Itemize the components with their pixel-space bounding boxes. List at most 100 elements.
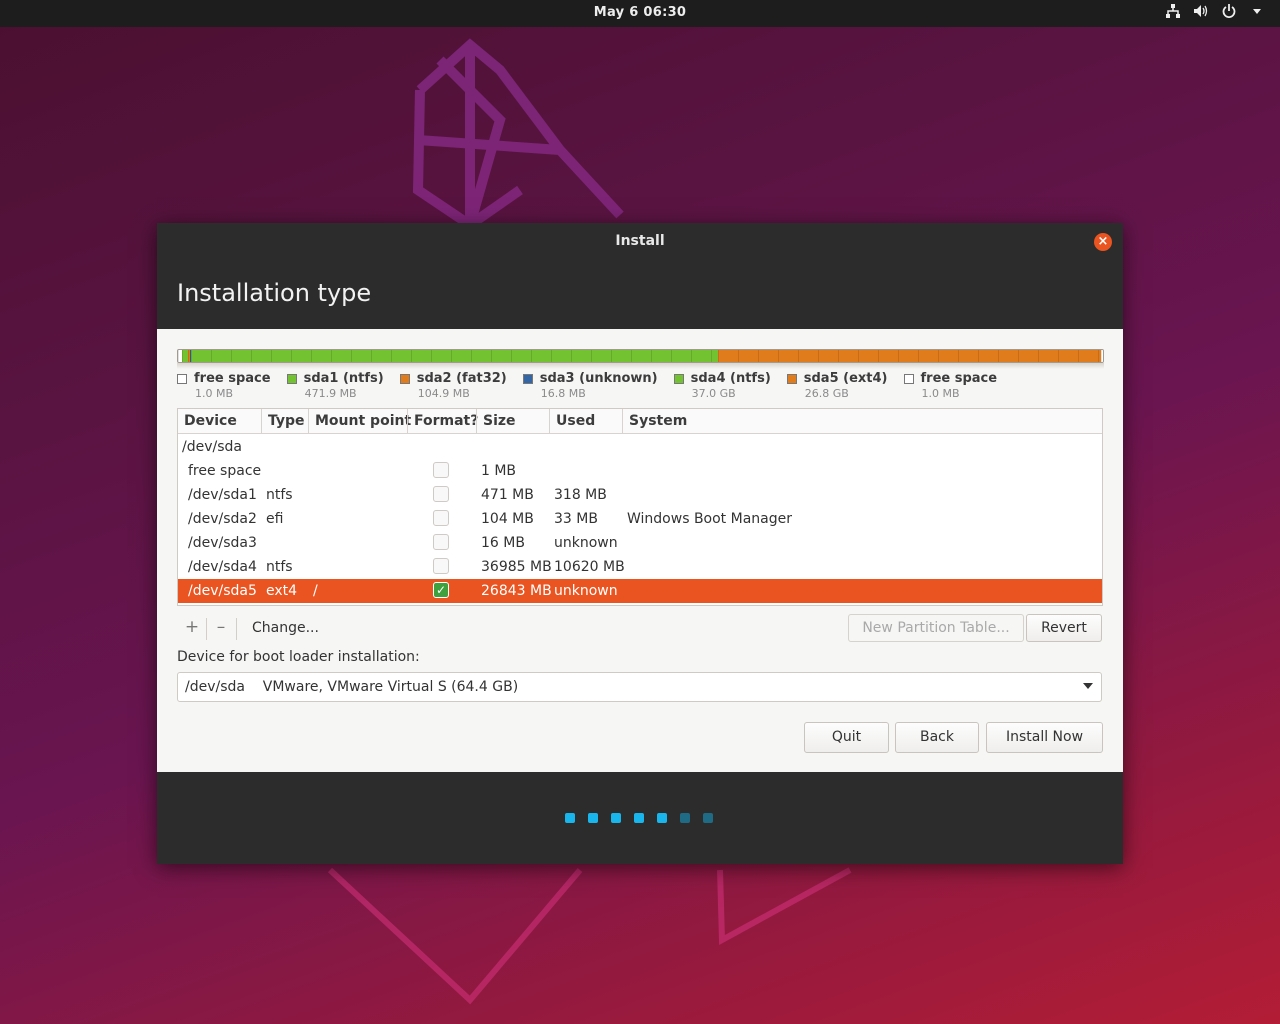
legend-item: sda2 (fat32) 104.9 MB — [399, 371, 507, 400]
column-header-used[interactable]: Used — [556, 413, 595, 429]
top-panel: May 6 06:30 — [0, 0, 1280, 27]
legend-size: 1.0 MB — [921, 387, 960, 400]
progress-dot — [680, 813, 690, 823]
legend-item: sda5 (ext4) 26.8 GB — [786, 371, 888, 400]
back-button[interactable]: Back — [895, 722, 979, 753]
partition-bar-free-end — [1101, 350, 1103, 362]
legend-size: 16.8 MB — [540, 387, 586, 400]
revert-button[interactable]: Revert — [1026, 614, 1102, 642]
table-row[interactable]: /dev/sda4 ntfs 36985 MB 10620 MB — [178, 555, 1102, 579]
table-row[interactable]: free space 1 MB — [178, 459, 1102, 483]
progress-dot — [588, 813, 598, 823]
column-header-system[interactable]: System — [629, 413, 687, 429]
legend-item: sda3 (unknown) 16.8 MB — [522, 371, 658, 400]
cell-used: unknown — [554, 583, 618, 599]
legend-item: sda4 (ntfs) 37.0 GB — [673, 371, 771, 400]
cell-used: 33 MB — [554, 511, 598, 527]
table-row[interactable]: /dev/sda3 16 MB unknown — [178, 531, 1102, 555]
legend-swatch — [673, 373, 684, 384]
format-checkbox[interactable] — [433, 510, 449, 526]
legend-label: sda4 (ntfs) — [690, 371, 771, 386]
window-titlebar[interactable]: Install × — [157, 223, 1123, 261]
table-header: Device Type Mount point Format? Size Use… — [178, 409, 1102, 434]
cell-type: efi — [266, 511, 284, 527]
progress-dots — [565, 813, 713, 823]
format-checkbox[interactable] — [433, 534, 449, 550]
cell-device: free space — [188, 463, 262, 479]
legend-label: free space — [194, 371, 271, 386]
system-tray[interactable] — [1164, 4, 1266, 22]
cell-device: /dev/sda5 — [188, 583, 257, 599]
legend-size: 26.8 GB — [804, 387, 849, 400]
legend-swatch — [522, 373, 533, 384]
legend-swatch — [177, 373, 187, 384]
legend-item: free space 1.0 MB — [177, 371, 271, 400]
legend-size: 471.9 MB — [304, 387, 357, 400]
quit-button[interactable]: Quit — [804, 722, 889, 753]
format-checkbox-checked[interactable]: ✓ — [433, 582, 449, 598]
legend-label: sda1 (ntfs) — [303, 371, 384, 386]
cell-size: 26843 MB — [481, 583, 552, 599]
menu-arrow-icon[interactable] — [1248, 4, 1266, 22]
network-icon[interactable] — [1164, 4, 1182, 22]
cell-used: unknown — [554, 535, 618, 551]
clock[interactable]: May 6 06:30 — [0, 5, 1280, 20]
add-partition-button[interactable]: + — [179, 615, 205, 641]
remove-partition-button[interactable]: – — [208, 615, 234, 641]
legend-size: 104.9 MB — [417, 387, 470, 400]
volume-icon[interactable] — [1192, 4, 1210, 22]
disk-name: /dev/sda — [182, 439, 242, 455]
partition-table: Device Type Mount point Format? Size Use… — [177, 408, 1103, 606]
partition-legend: free space 1.0 MB sda1 (ntfs) 471.9 MB s… — [177, 371, 1013, 400]
legend-item: sda1 (ntfs) 471.9 MB — [286, 371, 384, 400]
column-header-device[interactable]: Device — [184, 413, 237, 429]
legend-swatch — [286, 373, 297, 384]
bootloader-device-select[interactable]: /dev/sda VMware, VMware Virtual S (64.4 … — [177, 672, 1102, 702]
progress-dot — [611, 813, 621, 823]
column-header-type[interactable]: Type — [268, 413, 305, 429]
legend-size: 1.0 MB — [195, 387, 234, 400]
format-checkbox[interactable] — [433, 462, 449, 478]
table-row[interactable]: /dev/sda1 ntfs 471 MB 318 MB — [178, 483, 1102, 507]
column-header-format[interactable]: Format? — [414, 413, 478, 429]
progress-dot — [634, 813, 644, 823]
new-partition-table-button[interactable]: New Partition Table... — [848, 614, 1024, 642]
progress-dot — [565, 813, 575, 823]
cell-type: ext4 — [266, 583, 298, 599]
partition-bar-sda4 — [191, 350, 718, 362]
column-header-mount-point[interactable]: Mount point — [315, 413, 411, 429]
cell-used: 10620 MB — [554, 559, 625, 575]
chevron-down-icon — [1083, 683, 1093, 689]
cell-size: 104 MB — [481, 511, 534, 527]
cell-type: ntfs — [266, 487, 293, 503]
format-checkbox[interactable] — [433, 558, 449, 574]
cell-size: 471 MB — [481, 487, 534, 503]
disk-row[interactable]: /dev/sda — [178, 435, 1102, 459]
table-row[interactable]: /dev/sda2 efi 104 MB 33 MB Windows Boot … — [178, 507, 1102, 531]
table-row-selected[interactable]: /dev/sda5 ext4 / ✓ 26843 MB unknown — [178, 579, 1102, 603]
bootloader-label: Device for boot loader installation: — [177, 649, 420, 665]
close-icon[interactable]: × — [1094, 233, 1112, 251]
legend-label: sda2 (fat32) — [416, 371, 507, 386]
cell-size: 36985 MB — [481, 559, 552, 575]
change-partition-button[interactable]: Change... — [252, 620, 319, 636]
cell-device: /dev/sda2 — [188, 511, 257, 527]
cell-device: /dev/sda3 — [188, 535, 257, 551]
column-header-size[interactable]: Size — [483, 413, 516, 429]
cell-device: /dev/sda1 — [188, 487, 257, 503]
legend-label: sda5 (ext4) — [803, 371, 888, 386]
legend-swatch — [399, 373, 410, 384]
partition-bar-shadow — [177, 363, 1104, 369]
install-now-button[interactable]: Install Now — [986, 722, 1103, 753]
cell-mount-point: / — [313, 583, 318, 599]
partition-bar-sda5 — [718, 350, 1101, 362]
format-checkbox[interactable] — [433, 486, 449, 502]
cell-size: 16 MB — [481, 535, 525, 551]
legend-item: free space 1.0 MB — [903, 371, 998, 400]
legend-label: free space — [920, 371, 998, 386]
install-window: Install × Installation type free space 1… — [157, 223, 1123, 864]
power-icon[interactable] — [1220, 4, 1238, 22]
cell-type: ntfs — [266, 559, 293, 575]
window-title: Install — [615, 233, 665, 249]
bootloader-device-value: /dev/sda VMware, VMware Virtual S (64.4 … — [185, 679, 519, 695]
